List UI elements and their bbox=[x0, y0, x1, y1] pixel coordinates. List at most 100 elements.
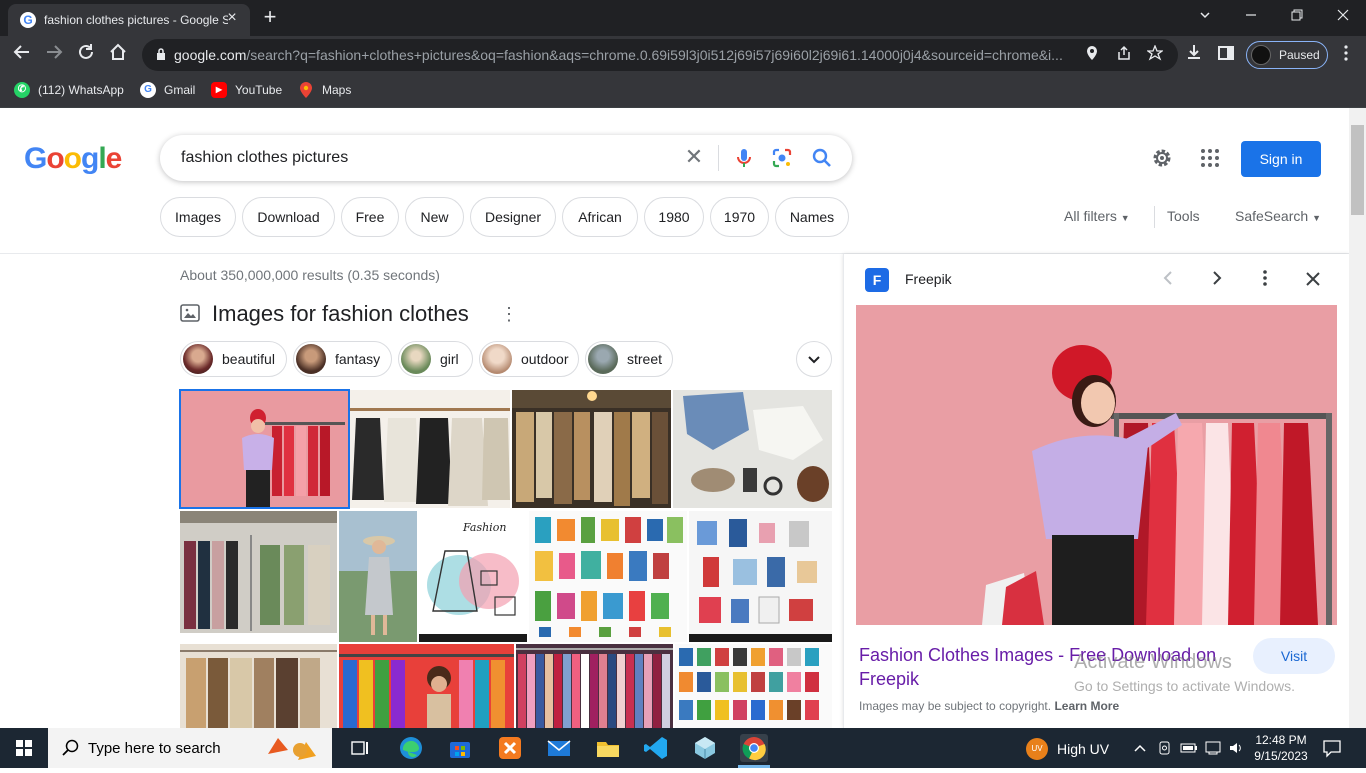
image-result-woman-clothes-rack[interactable] bbox=[179, 389, 350, 509]
edge-icon[interactable] bbox=[397, 734, 425, 762]
clear-search-icon[interactable]: ✕ bbox=[682, 145, 706, 169]
refine-chip-fantasy[interactable]: fantasy bbox=[293, 341, 392, 377]
browser-tab[interactable]: G fashion clothes pictures - Google Sear… bbox=[8, 4, 250, 36]
vscode-icon[interactable] bbox=[642, 734, 670, 762]
battery-icon[interactable] bbox=[1180, 740, 1198, 756]
expand-chips-button[interactable] bbox=[796, 341, 832, 377]
chip-designer[interactable]: Designer bbox=[470, 197, 556, 237]
page-scrollbar[interactable] bbox=[1349, 108, 1366, 728]
image-result-clothing-vector-set[interactable] bbox=[529, 511, 687, 642]
profile-button[interactable]: Paused bbox=[1246, 41, 1328, 69]
refine-chip-street[interactable]: street bbox=[585, 341, 673, 377]
chip-new[interactable]: New bbox=[405, 197, 464, 237]
image-result-boutique-clothes[interactable] bbox=[512, 390, 671, 508]
bookmark-whatsapp[interactable]: ✆ (112) WhatsApp bbox=[14, 82, 126, 100]
uv-icon: UV bbox=[1026, 738, 1048, 760]
reload-icon[interactable] bbox=[74, 43, 98, 67]
chip-1970[interactable]: 1970 bbox=[710, 197, 769, 237]
safesearch-button[interactable]: SafeSearch ▼ bbox=[1235, 208, 1321, 224]
chip-free[interactable]: Free bbox=[341, 197, 399, 237]
refine-chip-outdoor[interactable]: outdoor bbox=[479, 341, 579, 377]
microphone-icon[interactable] bbox=[732, 146, 756, 170]
sign-in-button[interactable]: Sign in bbox=[1241, 141, 1321, 177]
google-logo[interactable]: Google bbox=[24, 142, 122, 176]
google-lens-icon[interactable] bbox=[770, 146, 794, 170]
images-heading: Images for fashion clothes bbox=[212, 301, 469, 326]
chip-1980[interactable]: 1980 bbox=[644, 197, 704, 237]
more-options-icon[interactable] bbox=[1253, 268, 1277, 292]
share-icon[interactable] bbox=[1114, 45, 1134, 65]
taskbar-search-box[interactable]: Type here to search bbox=[48, 728, 332, 768]
search-box[interactable]: fashion clothes pictures ✕ bbox=[160, 135, 852, 181]
image-result-clothes-icon-set[interactable] bbox=[675, 644, 832, 728]
image-result-shirts-on-hangers[interactable] bbox=[350, 390, 510, 508]
tab-close-icon[interactable]: × bbox=[224, 10, 240, 26]
visit-button[interactable]: Visit bbox=[1253, 638, 1335, 674]
file-explorer-icon[interactable] bbox=[594, 734, 622, 762]
all-filters-button[interactable]: All filters ▼ bbox=[1064, 208, 1130, 224]
settings-gear-icon[interactable] bbox=[1150, 146, 1174, 170]
home-icon[interactable] bbox=[106, 43, 130, 67]
notifications-icon[interactable] bbox=[1322, 738, 1342, 758]
show-hidden-icons-icon[interactable] bbox=[1132, 740, 1148, 756]
close-window-icon[interactable] bbox=[1328, 4, 1358, 28]
chrome-icon[interactable] bbox=[740, 734, 768, 762]
system-clock[interactable]: 12:48 PM 9/15/2023 bbox=[1250, 732, 1312, 764]
preview-image[interactable] bbox=[856, 305, 1337, 625]
image-result-vintage-shop[interactable] bbox=[516, 644, 673, 728]
lock-icon[interactable] bbox=[156, 48, 166, 60]
bookmark-youtube[interactable]: ▶ YouTube bbox=[211, 82, 287, 100]
tab-search-icon[interactable] bbox=[1190, 4, 1220, 28]
learn-more-link[interactable]: Learn More bbox=[1054, 699, 1119, 713]
refine-chip-girl[interactable]: girl bbox=[398, 341, 473, 377]
refine-chip-beautiful[interactable]: beautiful bbox=[180, 341, 287, 377]
bookmark-gmail[interactable]: G Gmail bbox=[140, 82, 200, 100]
search-icon[interactable] bbox=[810, 146, 834, 170]
volume-icon[interactable] bbox=[1228, 740, 1244, 756]
search-input[interactable]: fashion clothes pictures bbox=[181, 149, 348, 167]
windows-start-icon[interactable] bbox=[0, 728, 48, 768]
chip-download[interactable]: Download bbox=[242, 197, 335, 237]
network-icon[interactable] bbox=[1205, 740, 1221, 756]
app-cube-icon[interactable] bbox=[691, 734, 719, 762]
weather-widget[interactable]: UV High UV bbox=[1026, 738, 1116, 760]
tools-button[interactable]: Tools bbox=[1167, 208, 1200, 224]
restore-icon[interactable] bbox=[1282, 4, 1312, 28]
chip-names[interactable]: Names bbox=[775, 197, 849, 237]
minimize-icon[interactable] bbox=[1236, 4, 1266, 28]
microsoft-store-icon[interactable] bbox=[446, 734, 474, 762]
url-text[interactable]: google.com/search?q=fashion+clothes+pict… bbox=[174, 47, 1074, 63]
back-icon[interactable] bbox=[10, 43, 34, 67]
image-result-hanging-jackets[interactable] bbox=[180, 644, 337, 728]
chip-african[interactable]: African bbox=[562, 197, 638, 237]
xampp-icon[interactable] bbox=[496, 734, 524, 762]
side-panel-icon[interactable] bbox=[1214, 43, 1238, 67]
chip-images[interactable]: Images bbox=[160, 197, 236, 237]
new-tab-button[interactable]: + bbox=[258, 6, 282, 30]
next-image-icon[interactable] bbox=[1205, 268, 1229, 292]
address-bar[interactable]: google.com/search?q=fashion+clothes+pict… bbox=[142, 39, 1178, 71]
image-result-woman-in-dress[interactable] bbox=[339, 511, 417, 642]
location-icon[interactable] bbox=[1082, 45, 1102, 65]
bookmark-star-icon[interactable] bbox=[1145, 44, 1165, 65]
source-name[interactable]: Freepik bbox=[905, 271, 952, 287]
more-options-icon[interactable]: ⋮ bbox=[500, 304, 518, 324]
google-apps-icon[interactable] bbox=[1198, 146, 1222, 170]
image-result-fashion-illustration[interactable]: Fashion bbox=[419, 511, 527, 642]
previous-image-icon[interactable] bbox=[1156, 268, 1180, 292]
youtube-icon: ▶ bbox=[211, 82, 227, 98]
meet-now-icon[interactable] bbox=[1157, 740, 1173, 756]
mail-icon[interactable] bbox=[545, 734, 573, 762]
image-result-clothing-store[interactable] bbox=[180, 511, 337, 642]
forward-icon[interactable] bbox=[42, 43, 66, 67]
scrollbar-thumb[interactable] bbox=[1351, 125, 1364, 215]
bookmark-maps[interactable]: Maps bbox=[298, 82, 354, 100]
chrome-menu-icon[interactable] bbox=[1334, 43, 1358, 67]
image-result-flat-clothes-icons[interactable] bbox=[689, 511, 832, 642]
task-view-icon[interactable] bbox=[346, 734, 374, 762]
image-result-flatlay-outfit[interactable] bbox=[673, 390, 832, 508]
image-result-colorful-rack[interactable] bbox=[339, 644, 514, 728]
result-title-link[interactable]: Fashion Clothes Images - Free Download o… bbox=[859, 643, 1239, 691]
close-panel-icon[interactable] bbox=[1301, 268, 1325, 292]
download-icon[interactable] bbox=[1182, 43, 1206, 67]
